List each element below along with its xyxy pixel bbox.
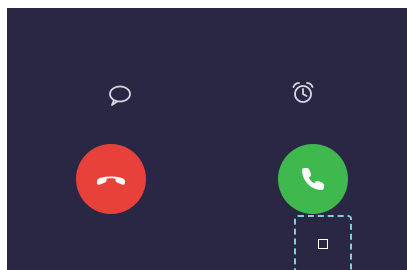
- square-icon[interactable]: [318, 239, 328, 249]
- speech-bubble-icon: [109, 85, 131, 106]
- alarm-clock-icon: [292, 82, 314, 103]
- incoming-call-screen: [7, 8, 407, 270]
- accept-call-button[interactable]: [278, 144, 348, 214]
- decline-call-button[interactable]: [76, 144, 146, 214]
- remind-me-button[interactable]: [288, 78, 318, 108]
- phone-hangup-icon: [97, 176, 125, 185]
- reply-message-button[interactable]: [105, 81, 135, 111]
- phone-icon: [302, 168, 324, 190]
